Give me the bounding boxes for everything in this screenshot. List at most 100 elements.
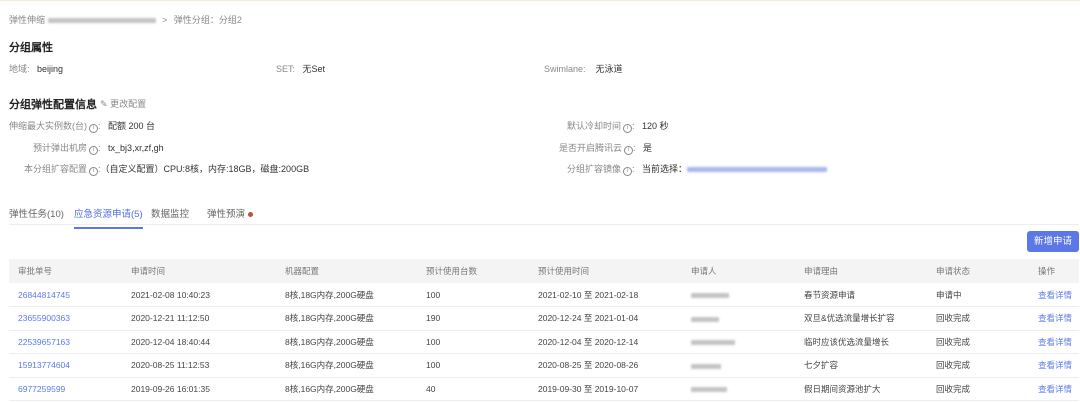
image-blurred-link[interactable] <box>687 167 828 173</box>
set-value: 无Set <box>302 64 326 74</box>
column-header: 申请理由 <box>795 259 927 283</box>
approval-id-link[interactable]: 6977259599 <box>18 384 65 394</box>
approval-id-link[interactable]: 22539657163 <box>18 337 70 347</box>
info-icon[interactable]: i <box>623 124 633 133</box>
breadcrumb-blurred <box>47 18 156 24</box>
cell <box>682 330 795 354</box>
approval-id-link[interactable]: 15913774604 <box>18 360 70 370</box>
view-details-link[interactable]: 查看详情 <box>1038 337 1072 347</box>
cell <box>682 306 795 331</box>
applicant-blurred <box>691 292 729 298</box>
edit-config-button[interactable]: ✎ 更改配置 <box>100 97 146 110</box>
table-row: 15913774604 2020-08-25 11:12:53 8核,16G内存,2… <box>9 353 1079 378</box>
cell-text: 2020-08-25 11:12:53 <box>131 360 210 371</box>
breadcrumb: 弹性伸缩 > 弹性分组：分组2 <box>9 13 242 26</box>
region-label: 地域: <box>9 64 30 74</box>
cell: 假日期间资源池扩大 <box>795 377 927 401</box>
view-details-link[interactable]: 查看详情 <box>1038 290 1072 300</box>
cell: 2020-12-21 11:12:50 <box>122 306 276 331</box>
cell: 2019-09-26 16:01:35 <box>122 377 276 401</box>
breadcrumb-root[interactable]: 弹性伸缩 <box>9 15 45 25</box>
cell: 查看详情 <box>1029 306 1079 331</box>
room-value: tx_bj3,xr,zf,gh <box>108 143 164 153</box>
set-label: SET: <box>276 64 296 74</box>
table-row: 26844814745 2021-02-08 10:40:23 8核,18G内存,2… <box>9 283 1079 307</box>
cell: 8核,16G内存,200G硬盘 <box>276 377 417 401</box>
cell-text: 2020-12-21 11:12:50 <box>131 313 210 324</box>
info-icon[interactable]: i <box>89 146 99 155</box>
column-header: 审批单号 <box>9 259 122 283</box>
cell: 双旦&优选流量增长扩容 <box>795 306 927 331</box>
cell-text: 100 <box>426 336 441 347</box>
cell: 23655900363 <box>9 306 122 331</box>
cell-text: 回收完成 <box>936 313 971 324</box>
column-header: 申请状态 <box>927 259 1029 283</box>
image-field: 分组扩容镜像 i: 当前选择： <box>567 162 828 176</box>
info-icon[interactable]: i <box>89 124 98 133</box>
cell: 2019-09-30 至 2019-10-07 <box>529 377 682 401</box>
spec-field: 本分组扩容配置 i:（自定义配置）CPU:8核，内存:18GB，磁盘:200GB <box>24 164 310 176</box>
cool-label: 默认冷却时间 <box>567 121 622 131</box>
cell: 8核,18G内存,200G硬盘 <box>276 330 417 354</box>
pencil-icon: ✎ <box>100 99 108 109</box>
info-icon[interactable]: i <box>623 167 633 176</box>
cell: 2020-08-25 11:12:53 <box>122 353 276 378</box>
cloud-value: 是 <box>643 143 653 153</box>
tab-data-monitoring[interactable]: 数据监控 <box>151 206 189 220</box>
view-details-link[interactable]: 查看详情 <box>1038 384 1072 394</box>
table-row: 22539657163 2020-12-04 18:40:44 8核,18G内存,2… <box>9 330 1079 354</box>
breadcrumb-current: 弹性分组：分组2 <box>173 15 242 25</box>
cell: 2020-12-04 至 2020-12-14 <box>529 330 682 354</box>
cell: 春节资源申请 <box>795 283 927 307</box>
cell: 2020-12-04 18:40:44 <box>122 330 276 354</box>
approval-id-link[interactable]: 26844814745 <box>18 290 70 300</box>
cell-text: 2020-12-04 至 2020-12-14 <box>538 336 639 347</box>
cell: 2021-02-08 10:40:23 <box>122 283 276 307</box>
cell: 2020-08-25 至 2020-08-26 <box>529 353 682 378</box>
cell: 2021-02-10 至 2021-02-18 <box>529 283 682 307</box>
add-request-button[interactable]: 新增申请 <box>1027 231 1079 252</box>
cell <box>682 283 795 307</box>
cell-text: 8核,18G内存,200G硬盘 <box>285 289 374 300</box>
cell-text: 2020-12-24 至 2021-01-04 <box>538 313 639 324</box>
max-instances-field: 伸缩最大实例数(台) i: 配额 200 台 <box>9 121 156 133</box>
spec-value: （自定义配置）CPU:8核，内存:18GB，磁盘:200GB <box>100 164 310 174</box>
cell-text: 2021-02-08 10:40:23 <box>131 289 210 300</box>
config-title: 分组弹性配置信息 <box>9 99 97 111</box>
cell: 2020-12-24 至 2021-01-04 <box>529 306 682 331</box>
tab-emergency-requests[interactable]: 应急资源申请(5) <box>74 206 143 229</box>
cool-value: 120 秒 <box>642 121 669 131</box>
info-icon[interactable]: i <box>89 167 99 176</box>
applicant-blurred <box>691 387 727 392</box>
room-field: 预计弹出机房 i: tx_bj3,xr,zf,gh <box>33 143 164 155</box>
tab-elastic-rehearsal[interactable]: 弹性预演 <box>207 206 253 220</box>
cell: 8核,18G内存,200G硬盘 <box>276 283 417 307</box>
group-attrs-title: 分组属性 <box>9 42 53 54</box>
cell: 回收完成 <box>927 353 1029 378</box>
tencent-cloud-field: 是否开启腾讯云 i: 是 <box>559 143 653 155</box>
view-details-link[interactable]: 查看详情 <box>1038 360 1072 370</box>
cell <box>682 377 795 401</box>
view-details-link[interactable]: 查看详情 <box>1038 313 1072 323</box>
applicant-blurred <box>691 363 721 369</box>
cell-text: 回收完成 <box>936 360 971 371</box>
edit-config-label: 更改配置 <box>110 99 147 109</box>
cell-text: 2020-08-25 至 2020-08-26 <box>538 360 639 371</box>
requests-table: 审批单号 申请时间 机器配置 预计使用台数 预计使用时间 申请人 申请理由 申请状态 操作 26… <box>9 259 1079 401</box>
tab-divider <box>9 224 1079 225</box>
cell <box>682 353 795 378</box>
cell-text: 2020-12-04 18:40:44 <box>131 336 210 347</box>
cell-text: 2021-02-10 至 2021-02-18 <box>538 289 639 300</box>
approval-id-link[interactable]: 23655900363 <box>18 313 70 323</box>
info-icon[interactable]: i <box>624 146 634 155</box>
cell: 40 <box>417 377 529 401</box>
cell: 七夕扩容 <box>795 353 927 378</box>
cell: 190 <box>417 306 529 331</box>
swimlane-label: Swimlane: <box>544 64 586 74</box>
column-header: 机器配置 <box>276 259 417 283</box>
cell-text: 8核,18G内存,200G硬盘 <box>285 336 374 347</box>
cell-text: 8核,16G内存,200G硬盘 <box>285 360 374 371</box>
cloud-label: 是否开启腾讯云 <box>559 143 623 153</box>
tab-elastic-tasks[interactable]: 弹性任务(10) <box>9 206 64 220</box>
cell-text: 190 <box>426 313 441 324</box>
